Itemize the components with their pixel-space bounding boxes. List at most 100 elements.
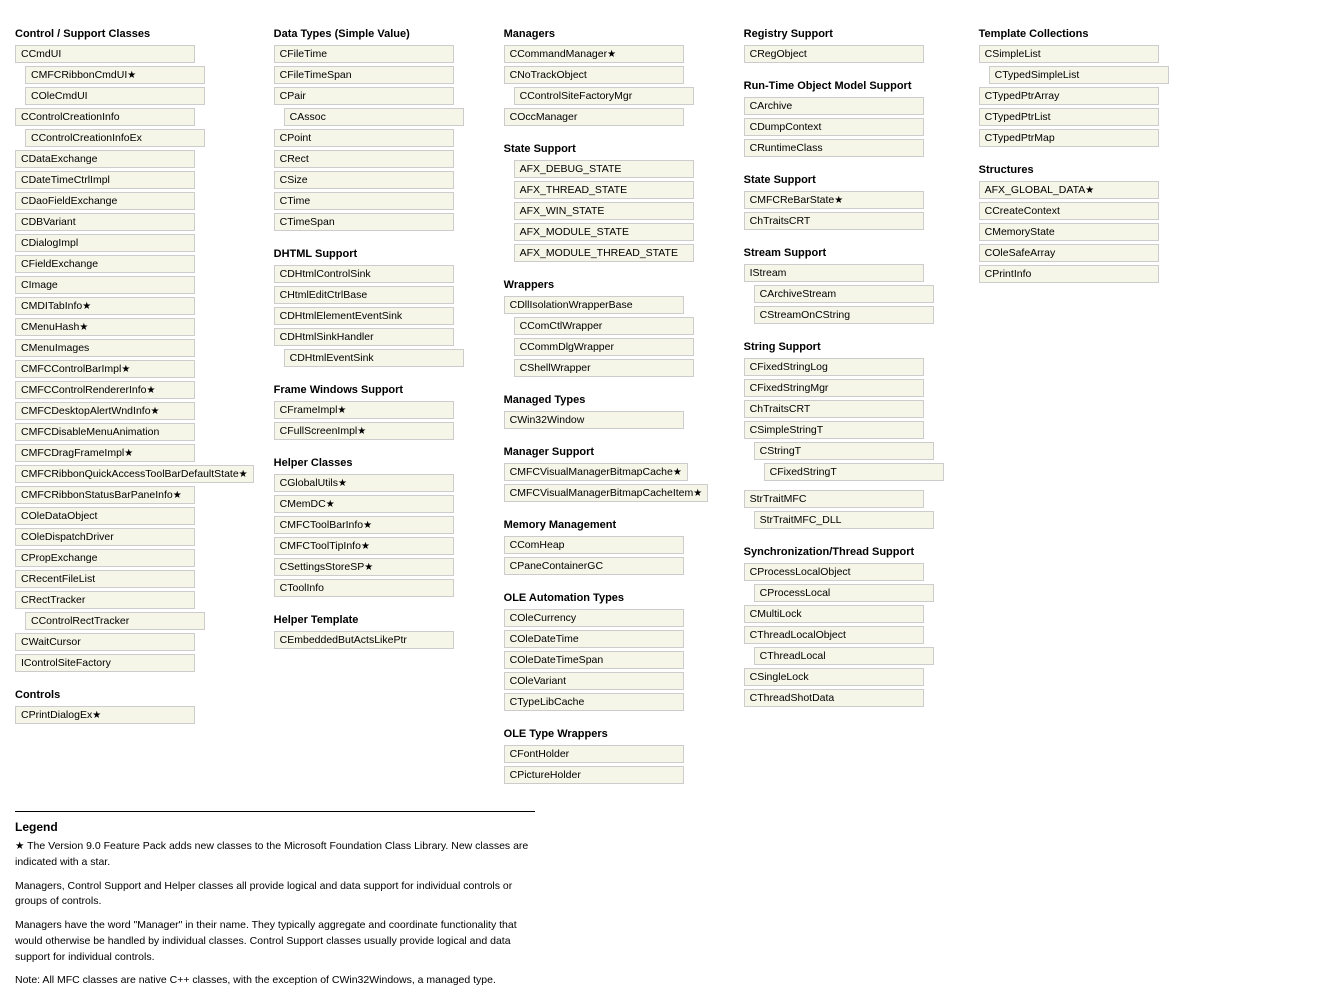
section-title: DHTML Support	[274, 248, 484, 260]
class-label: CPrintDialogEx	[21, 709, 92, 721]
class-label: CMFCDragFrameImpl	[21, 447, 124, 459]
class-box: CMFCDisableMenuAnimation	[15, 423, 195, 441]
class-label: CDaoFieldExchange	[21, 195, 117, 207]
class-label: AFX_DEBUG_STATE	[520, 163, 622, 175]
class-box: CRectTracker	[15, 591, 195, 609]
class-box: CMultiLock	[744, 605, 924, 623]
section-title: Memory Management	[504, 519, 724, 531]
class-label: CMDITabInfo	[21, 300, 82, 312]
class-label: CMFCVisualManagerBitmapCacheItem	[510, 487, 694, 499]
class-box: CDllIsolationWrapperBase	[504, 296, 684, 314]
class-label: CFileTimeSpan	[280, 69, 352, 81]
class-box: AFX_WIN_STATE	[514, 202, 694, 220]
class-label: CMFCRibbonStatusBarPaneInfo	[21, 489, 173, 501]
class-label: CRectTracker	[21, 594, 85, 606]
class-box: CDumpContext	[744, 118, 924, 136]
class-label: CDialogImpl	[21, 237, 78, 249]
class-label: CMenuHash	[21, 321, 79, 333]
class-label: CTypedPtrMap	[985, 132, 1055, 144]
class-box: AFX_THREAD_STATE	[514, 181, 694, 199]
section-title: Data Types (Simple Value)	[274, 28, 484, 40]
section-title: Controls	[15, 689, 254, 701]
class-box: CTypedPtrArray	[979, 87, 1159, 105]
class-box: CProcessLocalObject	[744, 563, 924, 581]
class-label: CControlSiteFactoryMgr	[520, 90, 633, 102]
class-box: CMFCToolTipInfo★	[274, 537, 454, 555]
class-label: CThreadLocal	[760, 650, 826, 662]
legend-section: Legend★ The Version 9.0 Feature Pack add…	[15, 811, 535, 989]
class-box: CTypedPtrList	[979, 108, 1159, 126]
class-label: CAssoc	[290, 111, 326, 123]
class-label: CSimpleStringT	[750, 424, 824, 436]
class-label: CNoTrackObject	[510, 69, 587, 81]
class-label: IControlSiteFactory	[21, 657, 111, 669]
class-label: CMemDC	[280, 498, 326, 510]
class-label: CTime	[280, 195, 311, 207]
section-title: Managed Types	[504, 394, 724, 406]
star-icon: ★	[173, 490, 182, 501]
class-label: CMFCToolTipInfo	[280, 540, 361, 552]
legend-note: Note: All MFC classes are native C++ cla…	[15, 973, 535, 989]
class-label: CDHtmlEventSink	[290, 352, 374, 364]
class-box: CFullScreenImpl★	[274, 422, 454, 440]
class-label: CProcessLocal	[760, 587, 831, 599]
class-box: CThreadShotData	[744, 689, 924, 707]
class-label: CFieldExchange	[21, 258, 98, 270]
section-title: Managers	[504, 28, 724, 40]
class-box: COleSafeArray	[979, 244, 1159, 262]
class-label: CFixedStringLog	[750, 361, 828, 373]
star-icon: ★	[92, 710, 101, 721]
class-box: CControlCreationInfoEx	[25, 129, 205, 147]
class-box: CArchive	[744, 97, 924, 115]
class-box: CWin32Window	[504, 411, 684, 429]
class-label: CComHeap	[510, 539, 565, 551]
class-box: CFixedStringMgr	[744, 379, 924, 397]
class-label: CRuntimeClass	[750, 142, 823, 154]
class-label: CPrintInfo	[985, 268, 1032, 280]
class-label: CFileTime	[280, 48, 327, 60]
class-box: ChTraitsCRT	[744, 212, 924, 230]
class-box: CTypedPtrMap	[979, 129, 1159, 147]
main-content: Control / Support ClassesCCmdUICMFCRibbo…	[15, 20, 1323, 791]
class-label: AFX_MODULE_THREAD_STATE	[520, 247, 678, 259]
class-box: CCommDlgWrapper	[514, 338, 694, 356]
class-box: IStream	[744, 264, 924, 282]
class-box: AFX_GLOBAL_DATA★	[979, 181, 1159, 199]
class-box: CMDITabInfo★	[15, 297, 195, 315]
class-label: CMFCControlRendererInfo	[21, 384, 146, 396]
class-box: CRecentFileList	[15, 570, 195, 588]
class-box: CRegObject	[744, 45, 924, 63]
class-label: CMFCRibbonQuickAccessToolBarDefaultState	[21, 468, 239, 480]
section-title: Synchronization/Thread Support	[744, 546, 959, 558]
class-label: CDHtmlElementEventSink	[280, 310, 403, 322]
star-icon: ★	[357, 426, 366, 437]
class-box: CMFCToolBarInfo★	[274, 516, 454, 534]
class-label: COleDataObject	[21, 510, 97, 522]
class-label: COleDispatchDriver	[21, 531, 114, 543]
class-box: CGlobalUtils★	[274, 474, 454, 492]
class-label: CTypedPtrArray	[985, 90, 1060, 102]
class-box: CMemoryState	[979, 223, 1159, 241]
class-label: CDHtmlControlSink	[280, 268, 371, 280]
class-label: CPictureHolder	[510, 769, 581, 781]
class-label: CArchiveStream	[760, 288, 836, 300]
class-box: CMFCControlBarImpl★	[15, 360, 195, 378]
class-label: CPaneContainerGC	[510, 560, 603, 572]
class-box: CEmbeddedButActsLikePtr	[274, 631, 454, 649]
class-label: CPair	[280, 90, 306, 102]
class-label: CSettingsStoreSP	[280, 561, 365, 573]
star-icon: ★	[326, 499, 335, 510]
class-box: CThreadLocalObject	[744, 626, 924, 644]
class-box: CArchiveStream	[754, 285, 934, 303]
section-title: OLE Type Wrappers	[504, 728, 724, 740]
class-label: COccManager	[510, 111, 578, 123]
class-label: CMenuImages	[21, 342, 89, 354]
section-title: Stream Support	[744, 247, 959, 259]
class-box: CRect	[274, 150, 454, 168]
class-label: CMFCReBarState	[750, 194, 835, 206]
class-label: CDllIsolationWrapperBase	[510, 299, 633, 311]
class-box: CShellWrapper	[514, 359, 694, 377]
legend-title: Legend	[15, 820, 535, 834]
class-box: CSimpleStringT	[744, 421, 924, 439]
star-icon: ★	[361, 541, 370, 552]
